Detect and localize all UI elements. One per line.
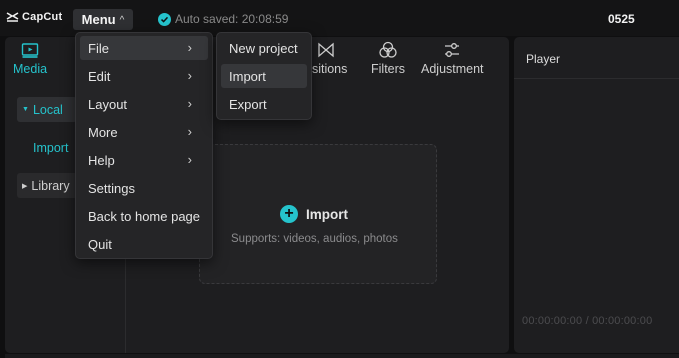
submenu-item-import[interactable]: Import: [221, 64, 307, 88]
tab-filters[interactable]: Filters: [371, 41, 405, 76]
menu-item-quit-label: Quit: [88, 236, 112, 252]
menu-item-edit[interactable]: Edit ›: [80, 64, 208, 88]
logo-text: CapCut: [22, 11, 63, 23]
chevron-right-icon: ›: [187, 40, 192, 55]
main-menu-dropdown: File › Edit › Layout › More › Help › Set…: [75, 32, 213, 259]
sidebar-item-import[interactable]: Import: [33, 141, 68, 155]
menu-button-label: Menu: [81, 12, 116, 27]
import-button[interactable]: + Import: [280, 205, 348, 223]
plus-icon: +: [280, 205, 298, 223]
menu-item-file[interactable]: File ›: [80, 36, 208, 60]
adjustment-icon: [445, 43, 460, 57]
submenu-item-export-label: Export: [229, 96, 267, 112]
chevron-right-icon: ›: [187, 96, 192, 111]
autosave-text: Auto saved: 20:08:59: [175, 12, 289, 26]
sidebar-item-library[interactable]: ▶ Library: [17, 173, 77, 198]
submenu-item-new-project[interactable]: New project: [221, 36, 307, 60]
timeline-edge: [5, 354, 679, 358]
filters-icon: [379, 41, 397, 58]
sidebar-item-local[interactable]: ▼ Local: [17, 97, 77, 122]
menu-item-settings[interactable]: Settings: [80, 176, 208, 200]
chevron-right-icon: ›: [187, 68, 192, 83]
menu-item-layout-label: Layout: [88, 96, 128, 112]
player-timecode: 00:00:00:00 / 00:00:00:00: [522, 315, 653, 327]
chevron-right-icon: ›: [187, 124, 192, 139]
menu-item-help-label: Help: [88, 152, 115, 168]
menu-button[interactable]: Menu ^: [73, 9, 133, 30]
tab-media[interactable]: Media: [13, 41, 47, 76]
capcut-logo-icon: [6, 11, 19, 22]
import-button-label: Import: [306, 206, 348, 222]
menu-item-more[interactable]: More ›: [80, 120, 208, 144]
player-header-divider: [514, 78, 679, 79]
caret-right-icon: ▶: [22, 182, 28, 190]
tab-adjustment[interactable]: Adjustment: [421, 41, 484, 76]
menu-item-layout[interactable]: Layout ›: [80, 92, 208, 116]
submenu-item-export[interactable]: Export: [221, 92, 307, 116]
autosave-status: Auto saved: 20:08:59: [158, 12, 288, 26]
sidebar-item-library-label: Library: [31, 178, 70, 193]
chevron-right-icon: ›: [187, 152, 192, 167]
capcut-logo: CapCut: [6, 11, 62, 23]
submenu-item-import-label: Import: [229, 68, 266, 84]
media-icon: [21, 43, 39, 58]
tab-filters-label: Filters: [371, 62, 406, 76]
menu-item-quit[interactable]: Quit: [80, 232, 208, 256]
menu-item-help[interactable]: Help ›: [80, 148, 208, 172]
submenu-item-new-project-label: New project: [229, 40, 298, 56]
sidebar-item-local-label: Local: [32, 102, 63, 117]
menu-item-back-home-label: Back to home page: [88, 208, 201, 224]
chevron-up-icon: ^: [119, 14, 125, 26]
menu-item-settings-label: Settings: [88, 180, 135, 196]
tab-adjustment-label: Adjustment: [421, 62, 484, 76]
menu-item-more-label: More: [88, 124, 118, 140]
import-supports-text: Supports: videos, audios, photos: [231, 233, 398, 245]
menu-item-back-home[interactable]: Back to home page: [80, 204, 208, 228]
tab-media-label: Media: [13, 62, 48, 76]
transitions-icon: [318, 42, 334, 58]
player-title: Player: [526, 52, 561, 66]
file-submenu: New project Import Export: [216, 32, 312, 120]
project-name[interactable]: 0525: [608, 12, 635, 26]
menu-item-file-label: File: [88, 40, 109, 56]
menu-item-edit-label: Edit: [88, 68, 111, 84]
player-panel: [514, 37, 679, 353]
caret-down-icon: ▼: [22, 106, 29, 113]
check-circle-icon: [158, 12, 171, 26]
